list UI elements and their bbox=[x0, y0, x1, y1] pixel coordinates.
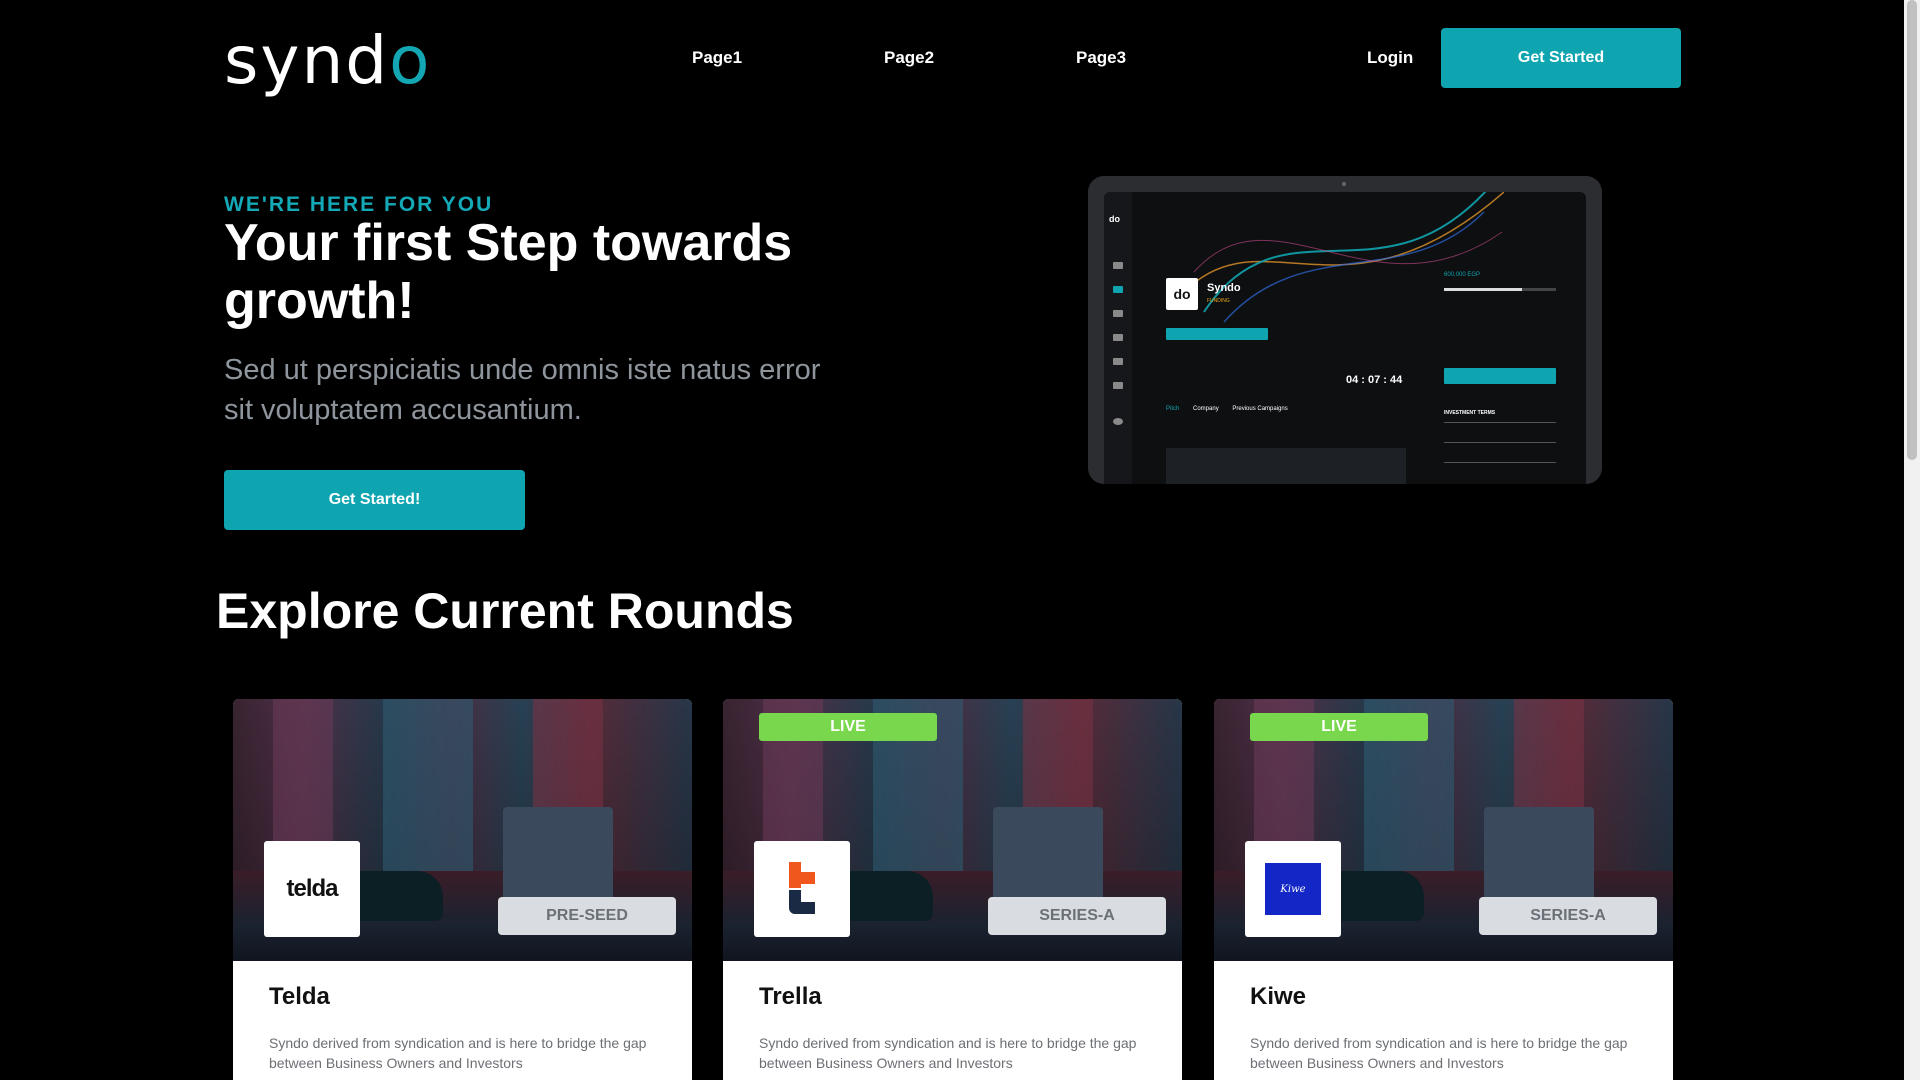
card-description: Syndo derived from syndication and is he… bbox=[1250, 1035, 1628, 1071]
stage-badge: SERIES-A bbox=[1479, 897, 1657, 935]
mockup-pitch-video bbox=[1166, 448, 1406, 484]
trella-logo bbox=[754, 841, 850, 937]
mockup-progress-bar bbox=[1444, 288, 1556, 291]
page-scrollbar[interactable] bbox=[1904, 0, 1920, 1080]
dashboard-mockup-image: do do Syndo FUNDING 600,000 EGP 04 : 07 … bbox=[1088, 176, 1602, 484]
mockup-divider bbox=[1444, 462, 1556, 463]
syndo-logo[interactable]: syndo bbox=[224, 28, 432, 94]
logo-text: synd bbox=[224, 22, 390, 99]
tablet-camera bbox=[1342, 182, 1346, 186]
round-card-trella[interactable]: LIVE SERIES-A Trella Syndo derived from … bbox=[723, 699, 1182, 1080]
nav-page3-link[interactable]: Page3 bbox=[1076, 48, 1126, 68]
mockup-user-icon bbox=[1113, 358, 1123, 365]
scrollbar-thumb[interactable] bbox=[1907, 0, 1917, 460]
nav-page1-link[interactable]: Page1 bbox=[692, 48, 742, 68]
mockup-wallet-icon bbox=[1113, 310, 1123, 317]
image-building bbox=[383, 699, 473, 879]
kiwe-logo: Kiwe bbox=[1245, 841, 1341, 937]
mockup-sidebar-logo: do bbox=[1109, 214, 1120, 224]
mockup-settings-icon bbox=[1113, 382, 1123, 389]
card-description: Syndo derived from syndication and is he… bbox=[269, 1035, 647, 1071]
trella-logo-mark bbox=[789, 862, 815, 914]
mockup-screen: do do Syndo FUNDING 600,000 EGP 04 : 07 … bbox=[1104, 192, 1586, 484]
mockup-divider bbox=[1444, 442, 1556, 443]
live-badge: LIVE bbox=[1250, 713, 1428, 741]
telda-logo-text: telda bbox=[286, 875, 338, 902]
mockup-tabs: Pitch Company Previous Campaigns bbox=[1166, 406, 1300, 412]
mockup-tab-campaigns: Previous Campaigns bbox=[1232, 406, 1288, 412]
card-title: Telda bbox=[269, 983, 330, 1010]
nav-page2-link[interactable]: Page2 bbox=[884, 48, 934, 68]
explore-title: Explore Current Rounds bbox=[216, 583, 794, 639]
mockup-dashboard-icon bbox=[1113, 262, 1123, 269]
mockup-divider bbox=[1444, 422, 1556, 423]
live-badge: LIVE bbox=[759, 713, 937, 741]
logo-accent: o bbox=[389, 22, 432, 99]
card-title: Kiwe bbox=[1250, 983, 1307, 1010]
round-card-telda[interactable]: telda PRE-SEED Telda Syndo derived from … bbox=[233, 699, 692, 1080]
stage-badge: SERIES-A bbox=[988, 897, 1166, 935]
card-title: Trella bbox=[759, 983, 822, 1010]
stage-badge: PRE-SEED bbox=[498, 897, 676, 935]
telda-logo: telda bbox=[264, 841, 360, 937]
hero-get-started-button[interactable]: Get Started! bbox=[224, 470, 525, 530]
hero-subtitle: Sed ut perspiciatis unde omnis iste natu… bbox=[224, 354, 821, 426]
mockup-invest-button-2 bbox=[1444, 368, 1556, 384]
mockup-invest-button bbox=[1166, 328, 1268, 340]
mockup-cards-icon bbox=[1113, 334, 1123, 341]
round-card-kiwe[interactable]: LIVE Kiwe SERIES-A Kiwe Syndo derived fr… bbox=[1214, 699, 1673, 1080]
mockup-timer: 04 : 07 : 44 bbox=[1346, 374, 1403, 386]
mockup-company-name: Syndo bbox=[1207, 282, 1241, 294]
hero-title: Your first Step towards growth! bbox=[224, 214, 793, 330]
mockup-terms-title: INVESTMENT TERMS bbox=[1444, 410, 1496, 416]
mockup-tab-company: Company bbox=[1193, 406, 1219, 412]
header-get-started-button[interactable]: Get Started bbox=[1441, 28, 1681, 88]
kiwe-logo-mark: Kiwe bbox=[1265, 863, 1321, 915]
mockup-company-logo: do bbox=[1166, 278, 1198, 310]
mockup-tab-pitch: Pitch bbox=[1166, 406, 1180, 412]
mockup-funding-amount: 600,000 EGP bbox=[1444, 272, 1481, 278]
card-description: Syndo derived from syndication and is he… bbox=[759, 1035, 1137, 1071]
mockup-sidebar: do bbox=[1104, 192, 1132, 484]
mockup-logout-icon bbox=[1113, 418, 1123, 425]
login-link[interactable]: Login bbox=[1367, 48, 1413, 68]
mockup-rounds-icon bbox=[1113, 286, 1123, 293]
mockup-swirl-graphic bbox=[1184, 192, 1504, 323]
mockup-status: FUNDING bbox=[1207, 298, 1230, 304]
